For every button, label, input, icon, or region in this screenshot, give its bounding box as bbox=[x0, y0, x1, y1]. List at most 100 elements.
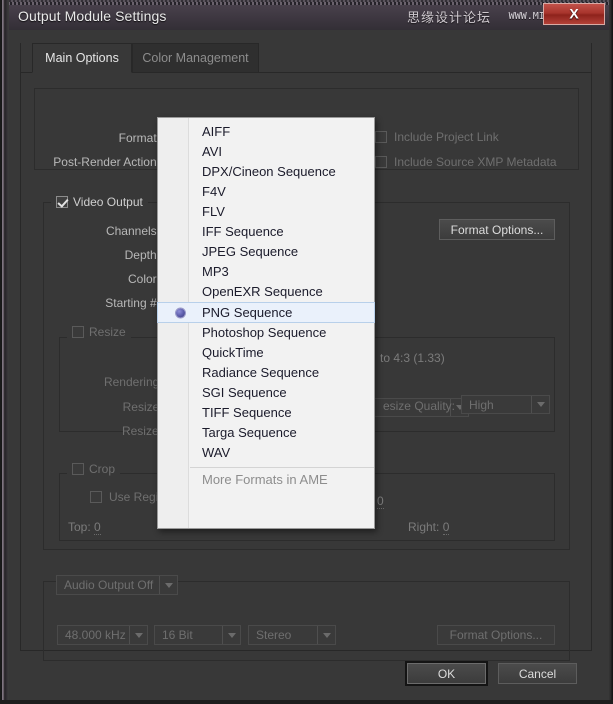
dropdown-item[interactable]: FLV bbox=[158, 202, 374, 222]
cancel-button-label: Cancel bbox=[519, 667, 556, 681]
dropdown-item[interactable]: JPEG Sequence bbox=[158, 242, 374, 262]
ok-button[interactable]: OK bbox=[407, 663, 486, 684]
window-title: Output Module Settings bbox=[18, 8, 167, 24]
close-button[interactable]: X bbox=[543, 3, 605, 25]
dropdown-item-label: More Formats in AME bbox=[202, 472, 328, 487]
dropdown-item[interactable]: TIFF Sequence bbox=[158, 403, 374, 423]
color-label: Color: bbox=[64, 272, 160, 286]
crop-right-value[interactable]: 0 bbox=[443, 520, 450, 535]
dropdown-item-label: MP3 bbox=[202, 264, 229, 279]
dropdown-item-label: OpenEXR Sequence bbox=[202, 284, 323, 299]
window-border-bottom bbox=[0, 700, 613, 704]
depth-label: Depth: bbox=[64, 248, 160, 262]
dropdown-item[interactable]: Targa Sequence bbox=[158, 423, 374, 443]
dropdown-item-label: Photoshop Sequence bbox=[202, 325, 326, 340]
watermark-chinese: 思缘设计论坛 bbox=[407, 7, 491, 26]
audio-bit-depth-select[interactable]: 16 Bit bbox=[154, 625, 241, 645]
crop-label: Crop bbox=[89, 462, 115, 476]
crop-top-label: Top: bbox=[68, 520, 91, 534]
cancel-button[interactable]: Cancel bbox=[498, 663, 577, 684]
starting-number-label: Starting #: bbox=[64, 296, 160, 310]
selected-radio-icon bbox=[176, 308, 185, 317]
audio-format-options-button[interactable]: Format Options... bbox=[437, 625, 555, 645]
include-xmp-label: Include Source XMP Metadata bbox=[394, 155, 557, 169]
close-x-icon: X bbox=[569, 6, 578, 22]
crop-top-value[interactable]: 0 bbox=[94, 520, 101, 535]
dropdown-item-label: IFF Sequence bbox=[202, 224, 284, 239]
video-format-options-button[interactable]: Format Options... bbox=[439, 219, 555, 240]
dropdown-item-label: DPX/Cineon Sequence bbox=[202, 164, 336, 179]
ok-button-label: OK bbox=[438, 667, 455, 681]
crop-left-value[interactable]: 0 bbox=[377, 494, 384, 509]
audio-channels-select[interactable]: Stereo bbox=[248, 625, 336, 645]
dropdown-item-label: TIFF Sequence bbox=[202, 405, 292, 420]
resize-title[interactable]: Resize bbox=[67, 325, 131, 339]
include-project-link-checkbox[interactable] bbox=[375, 131, 387, 143]
audio-format-options-label: Format Options... bbox=[450, 628, 543, 642]
video-output-label: Video Output bbox=[73, 195, 143, 209]
crop-checkbox[interactable] bbox=[72, 463, 84, 475]
dropdown-item-label: WAV bbox=[202, 445, 230, 460]
dropdown-item-label: QuickTime bbox=[202, 345, 264, 360]
include-project-link-row[interactable]: Include Project Link bbox=[375, 130, 499, 144]
crop-top-field[interactable]: Top: 0 bbox=[68, 520, 101, 534]
audio-bit-depth-value: 16 Bit bbox=[155, 628, 222, 642]
dropdown-item-label: AVI bbox=[202, 144, 222, 159]
audio-sample-rate-select[interactable]: 48.000 kHz bbox=[57, 625, 148, 645]
dropdown-item-label: PNG Sequence bbox=[202, 305, 292, 320]
dropdown-item[interactable]: WAV bbox=[158, 443, 374, 463]
dropdown-item[interactable]: F4V bbox=[158, 182, 374, 202]
dropdown-item[interactable]: OpenEXR Sequence bbox=[158, 282, 374, 302]
format-dropdown-menu[interactable]: AIFF AVI DPX/Cineon Sequence F4V FLV IFF Sequ… bbox=[157, 117, 375, 529]
dropdown-item[interactable]: MP3 bbox=[158, 262, 374, 282]
output-module-settings-window: Output Module Settings 思缘设计论坛 WWW.MISSYU… bbox=[0, 0, 613, 704]
dropdown-item[interactable]: Photoshop Sequence bbox=[158, 323, 374, 343]
audio-output-toggle[interactable]: Audio Output Off bbox=[56, 575, 178, 595]
dropdown-item[interactable]: AIFF bbox=[158, 122, 374, 142]
dropdown-item[interactable]: Radiance Sequence bbox=[158, 363, 374, 383]
dropdown-item-label: F4V bbox=[202, 184, 226, 199]
window-border-right bbox=[609, 0, 613, 704]
video-output-title[interactable]: Video Output bbox=[51, 195, 148, 209]
crop-left-value-partial[interactable]: 0 bbox=[377, 494, 384, 508]
video-format-options-label: Format Options... bbox=[451, 223, 544, 237]
tab-main-options[interactable]: Main Options bbox=[32, 43, 132, 73]
channels-label: Channels: bbox=[64, 224, 160, 238]
crop-title[interactable]: Crop bbox=[67, 462, 120, 476]
dropdown-item-list: AIFF AVI DPX/Cineon Sequence F4V FLV IFF Sequ… bbox=[158, 122, 374, 490]
resize-label: Resize bbox=[89, 325, 126, 339]
video-output-checkbox[interactable] bbox=[56, 196, 68, 208]
crop-right-field[interactable]: Right: 0 bbox=[408, 520, 449, 534]
dropdown-item-label: JPEG Sequence bbox=[202, 244, 298, 259]
dropdown-item[interactable]: QuickTime bbox=[158, 343, 374, 363]
resize-quality-select[interactable]: High bbox=[461, 395, 550, 414]
format-label: Format: bbox=[65, 131, 160, 145]
dropdown-separator bbox=[190, 467, 374, 468]
dropdown-item[interactable]: DPX/Cineon Sequence bbox=[158, 162, 374, 182]
dropdown-item[interactable]: IFF Sequence bbox=[158, 222, 374, 242]
resize-checkbox[interactable] bbox=[72, 326, 84, 338]
audio-output-toggle-value: Audio Output Off bbox=[57, 578, 159, 592]
dropdown-item-label: SGI Sequence bbox=[202, 385, 287, 400]
include-xmp-row[interactable]: Include Source XMP Metadata bbox=[375, 155, 557, 169]
tab-color-management[interactable]: Color Management bbox=[132, 43, 259, 73]
dropdown-item-more-formats[interactable]: More Formats in AME bbox=[158, 470, 374, 490]
audio-channels-value: Stereo bbox=[249, 628, 317, 642]
use-region-checkbox[interactable] bbox=[90, 491, 102, 503]
crop-right-label: Right: bbox=[408, 520, 439, 534]
dropdown-item[interactable]: SGI Sequence bbox=[158, 383, 374, 403]
window-titlebar: Output Module Settings 思缘设计论坛 WWW.MISSYU… bbox=[0, 0, 613, 30]
resize-quality-value: High bbox=[462, 398, 531, 412]
dropdown-item[interactable]: PNG Sequence bbox=[157, 302, 375, 323]
chevron-down-icon bbox=[129, 626, 147, 644]
dropdown-item[interactable]: AVI bbox=[158, 142, 374, 162]
include-xmp-checkbox[interactable] bbox=[375, 156, 387, 168]
audio-sample-rate-value: 48.000 kHz bbox=[58, 628, 129, 642]
tab-color-management-label: Color Management bbox=[142, 51, 248, 65]
window-border-left bbox=[0, 0, 9, 704]
dropdown-item-label: AIFF bbox=[202, 124, 230, 139]
chevron-down-icon bbox=[531, 396, 549, 413]
chevron-down-icon bbox=[159, 576, 177, 594]
chevron-down-icon bbox=[317, 626, 335, 644]
tab-main-options-label: Main Options bbox=[45, 51, 119, 65]
